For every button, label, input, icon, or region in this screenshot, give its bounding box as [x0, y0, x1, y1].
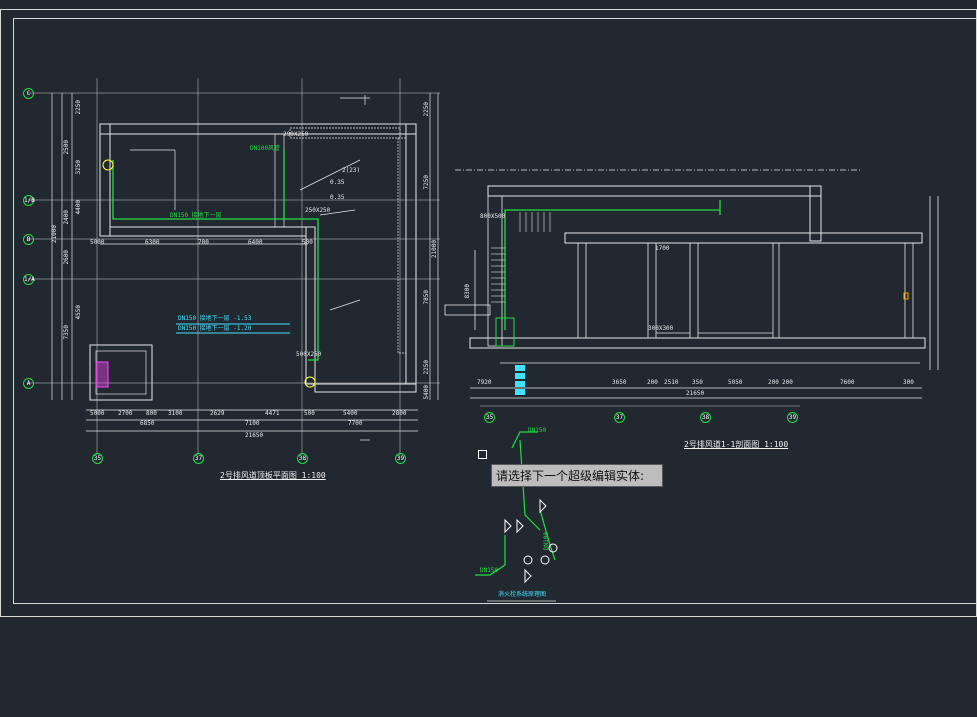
section-dim-bottom: 5050	[728, 379, 743, 386]
plan-pipe-label: DN150 接地下一层 -1.53	[178, 315, 252, 322]
plan-dim-bottom-2: 7100	[245, 420, 260, 427]
plan-dim-left: 7350	[63, 325, 70, 340]
plan-dim-bottom-2: 7700	[348, 420, 363, 427]
plan-dim-left: 2500	[63, 140, 70, 155]
plan-dim-left: 2400	[63, 210, 70, 225]
plan-axis-left-c[interactable]: C	[23, 88, 34, 99]
section-dim-bottom: 200	[768, 379, 779, 386]
plan-pipe-label: DN100风管	[250, 145, 281, 152]
section-axis-bottom-37[interactable]: 37	[614, 412, 625, 423]
plan-dim-top: 700	[198, 239, 209, 246]
plan-dim-right: 7850	[423, 290, 430, 305]
plan-axis-bottom-35[interactable]: 35	[92, 453, 103, 464]
section-dim-bottom: 7920	[477, 379, 492, 386]
plan-dim-right: 2250	[423, 102, 430, 117]
plan-note: 2(23)	[342, 167, 361, 174]
plan-axis-left-b[interactable]: B	[23, 234, 34, 245]
riser-note: DN150	[480, 567, 499, 574]
section-dim-bottom: 3650	[612, 379, 627, 386]
plan-pipe-label: DN150 接地下一层 -1.20	[178, 325, 252, 332]
plan-axis-left-1b[interactable]: 1/B	[23, 195, 35, 206]
section-equipment	[515, 365, 525, 395]
plan-view[interactable]	[28, 78, 440, 455]
section-equipment-accent	[903, 292, 909, 300]
plan-dim-bottom: 2629	[210, 410, 225, 417]
section-title[interactable]: 2号排风道1-1剖面图 1:100	[684, 441, 788, 449]
section-axis-bottom-35[interactable]: 35	[484, 412, 495, 423]
plan-dim-bottom-2: 6850	[140, 420, 155, 427]
plan-dim-top: 6300	[145, 239, 160, 246]
plan-note: 500X250	[296, 351, 322, 358]
plan-note: 290X250	[283, 131, 309, 138]
section-note: 1700	[655, 245, 670, 252]
plan-dim-bottom: 5000	[90, 410, 105, 417]
section-note: 8300	[464, 284, 471, 299]
plan-pipe-label: DN150 接地下一层	[170, 212, 222, 219]
section-axis-bottom-38[interactable]: 38	[700, 412, 711, 423]
plan-dim-top: 500	[302, 239, 313, 246]
plan-dim-left: 4550	[75, 305, 82, 320]
plan-dim-bottom: 2700	[118, 410, 133, 417]
plan-axis-left-1a[interactable]: 1/A	[23, 274, 35, 285]
riser-note: DN150	[528, 427, 547, 434]
plan-dim-right: 7250	[423, 175, 430, 190]
plan-dim-left: 4400	[75, 200, 82, 215]
plan-dim-bottom: 3100	[168, 410, 183, 417]
plan-dim-bottom: 500	[304, 410, 315, 417]
plan-title[interactable]: 2号排风道顶板平面图 1:100	[220, 472, 326, 480]
plan-dim-top: 6400	[248, 239, 263, 246]
section-dim-bottom: 300	[903, 379, 914, 386]
plan-dim-bottom-total: 21650	[245, 432, 264, 439]
plan-dim-right: 2250	[423, 360, 430, 375]
plan-note: 0.35	[330, 194, 345, 201]
plan-dim-bottom: 2800	[392, 410, 407, 417]
plan-axis-left-a[interactable]: A	[23, 378, 34, 389]
plan-dim-left: 2600	[63, 250, 70, 265]
plan-dim-right: 5400	[423, 385, 430, 400]
plan-dim-bottom: 5400	[343, 410, 358, 417]
plan-dim-left-total: 21000	[51, 225, 58, 244]
section-dim-bottom: 200	[782, 379, 793, 386]
section-dim-bottom: 2510	[664, 379, 679, 386]
section-axis-bottom-39[interactable]: 39	[787, 412, 798, 423]
section-dim-bottom: 350	[692, 379, 703, 386]
plan-dim-left: 2250	[75, 100, 82, 115]
crosshair-pick-box[interactable]	[478, 450, 487, 459]
plan-axis-bottom-39[interactable]: 39	[395, 453, 406, 464]
plan-dim-bottom: 800	[146, 410, 157, 417]
plan-note: 250X250	[305, 207, 331, 214]
command-prompt-tooltip: 请选择下一个超级编辑实体:	[491, 464, 663, 487]
riser-title[interactable]: 消火栓系统原理图	[498, 592, 546, 598]
plan-dim-bottom: 4471	[265, 410, 280, 417]
section-note: 800X500	[480, 213, 506, 220]
plan-dim-left: 3250	[75, 160, 82, 175]
plan-dim-top: 5000	[90, 239, 105, 246]
plan-fixtures	[95, 159, 316, 388]
sheet-outer-border	[0, 9, 977, 617]
plan-note: 0.35	[330, 179, 345, 186]
plan-axis-bottom-38[interactable]: 38	[297, 453, 308, 464]
section-note: 300X300	[648, 325, 674, 332]
plan-dim-right: 21000	[431, 240, 438, 259]
sheet-inner-border	[13, 18, 977, 604]
section-dim-bottom-total: 21650	[686, 390, 705, 397]
section-dim-bottom: 200	[647, 379, 658, 386]
cad-drawing-canvas[interactable]	[0, 0, 977, 717]
riser-note: DN100	[543, 532, 550, 551]
section-pipes[interactable]	[495, 200, 721, 347]
plan-axis-bottom-37[interactable]: 37	[193, 453, 204, 464]
section-dim-bottom: 7600	[840, 379, 855, 386]
